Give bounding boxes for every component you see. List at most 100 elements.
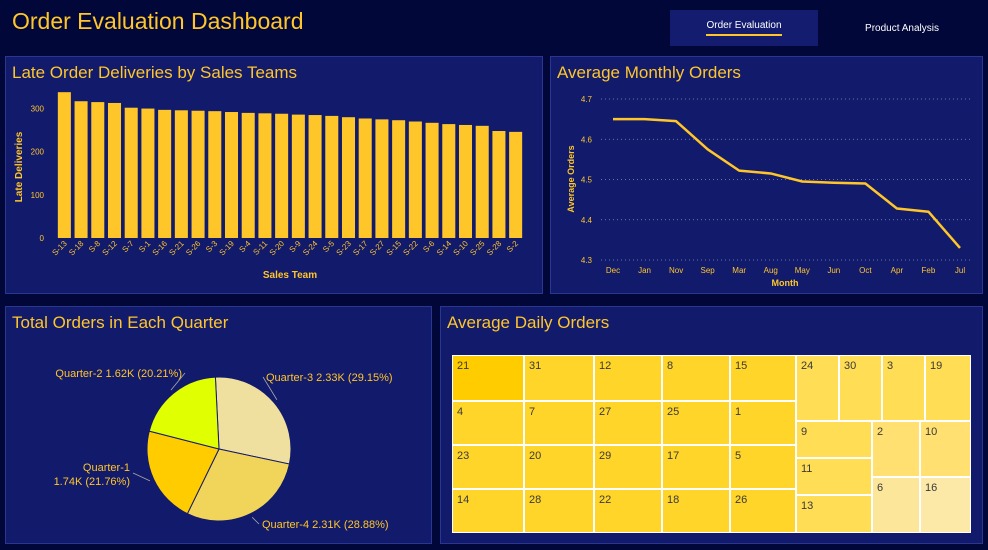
treemap-cell: 27 — [594, 401, 662, 445]
treemap-cell: 26 — [730, 489, 796, 533]
x-tick-label: S-21 — [167, 239, 186, 258]
nav-order-evaluation-label: Order Evaluation — [706, 20, 782, 36]
bar — [392, 120, 406, 238]
daily-orders-title: Average Daily Orders — [447, 313, 610, 332]
monthly-orders-line-chart: 4.3 4.4 4.5 4.6 4.7 Dec Jan Nov Sep Mar Aug May Jun O… — [566, 95, 971, 288]
x-tick-label: Mar — [732, 266, 746, 275]
treemap-cell: 7 — [524, 401, 594, 445]
bar — [141, 108, 155, 238]
treemap-cell: 18 — [662, 489, 730, 533]
x-tick-label: Apr — [891, 266, 904, 275]
treemap-cell: 8 — [662, 355, 730, 401]
bar — [358, 118, 372, 238]
x-tick-label: S-13 — [50, 239, 69, 258]
pie-label: Quarter-4 2.31K (28.88%) — [262, 519, 389, 531]
daily-orders-treemap: 21 4 23 14 31 7 20 28 12 27 29 22 8 25 17 18 15 1 5 26 24 30 3… — [452, 355, 971, 533]
bar — [341, 117, 356, 238]
treemap-cell: 25 — [662, 401, 730, 445]
bar — [291, 114, 305, 238]
bar — [107, 102, 122, 238]
treemap-cell: 12 — [594, 355, 662, 401]
x-tick-label: S-20 — [268, 239, 287, 258]
nav-product-analysis-label: Product Analysis — [865, 22, 939, 34]
x-axis-label: Sales Team — [263, 270, 317, 281]
treemap-cell: 17 — [662, 445, 730, 489]
treemap-cell: 14 — [452, 489, 524, 533]
pie-leader-line — [132, 472, 151, 482]
daily-orders-panel: Average Daily Orders 21 4 23 14 31 7 20 28 12 27 2… — [440, 306, 983, 544]
treemap-cell: 6 — [872, 477, 920, 533]
x-tick-label: Sep — [701, 266, 716, 275]
series-line — [613, 117, 961, 249]
x-tick-label: S-12 — [101, 239, 120, 258]
x-tick-label: Nov — [669, 266, 683, 275]
bar — [475, 125, 489, 238]
bar — [91, 102, 105, 238]
y-tick-label: 4.3 — [581, 256, 593, 265]
x-tick-label: Aug — [764, 266, 778, 275]
x-tick-label: S-15 — [385, 239, 404, 258]
bar — [458, 124, 473, 238]
y-tick-label: 4.6 — [581, 135, 593, 144]
x-tick-label: S-2 — [505, 239, 521, 255]
x-tick-label: S-27 — [368, 239, 387, 258]
x-tick-label: S-28 — [485, 239, 504, 258]
bar — [425, 122, 439, 238]
nav-order-evaluation-button[interactable]: Order Evaluation — [670, 10, 818, 46]
x-tick-label: S-7 — [120, 239, 136, 255]
treemap-cell: 11 — [796, 458, 872, 495]
treemap-cell: 21 — [452, 355, 524, 401]
treemap-cell: 23 — [452, 445, 524, 489]
nav-product-analysis-button[interactable]: Product Analysis — [828, 10, 976, 46]
x-tick-label: Feb — [922, 266, 936, 275]
treemap-cell: 31 — [524, 355, 594, 401]
pie-label: Quarter-1 — [83, 462, 130, 474]
y-tick-label: 100 — [31, 191, 45, 200]
x-tick-label: Dec — [606, 266, 620, 275]
x-tick-label: S-19 — [218, 239, 237, 258]
x-tick-label: S-17 — [351, 239, 370, 258]
x-axis-label: Month — [772, 278, 799, 288]
pie-label: Quarter-3 2.33K (29.15%) — [266, 372, 393, 384]
x-tick-label: May — [795, 266, 810, 275]
treemap-cell: 5 — [730, 445, 796, 489]
treemap-cell: 29 — [594, 445, 662, 489]
bar — [241, 112, 255, 238]
x-tick-label: S-10 — [452, 239, 471, 258]
treemap-cell: 30 — [839, 355, 882, 421]
bar — [208, 111, 222, 238]
x-tick-label: S-23 — [335, 239, 354, 258]
y-tick-label: 4.5 — [581, 176, 593, 185]
bar — [275, 113, 289, 238]
bar — [74, 101, 88, 238]
x-tick-label: S-26 — [184, 239, 203, 258]
dashboard-title: Order Evaluation Dashboard — [12, 8, 304, 34]
treemap-cell: 10 — [920, 421, 971, 477]
treemap-cell: 2 — [872, 421, 920, 477]
treemap-cell: 9 — [796, 421, 872, 458]
y-axis-label: Late Deliveries — [14, 131, 25, 202]
treemap-cell: 4 — [452, 401, 524, 445]
bar — [224, 112, 239, 238]
y-axis-label: Average Orders — [566, 145, 576, 212]
treemap-cell: 16 — [920, 477, 971, 533]
bar — [258, 113, 272, 238]
late-deliveries-panel: Late Order Deliveries by Sales Teams 0 10… — [5, 56, 543, 294]
x-tick-label: S-25 — [468, 239, 487, 258]
treemap-cell: 24 — [796, 355, 839, 421]
quarter-orders-pie-chart: Quarter-3 2.33K (29.15%) Quarter-4 2.31K … — [54, 368, 393, 531]
y-tick-label: 4.7 — [581, 95, 593, 104]
pie-label: 1.74K (21.76%) — [54, 476, 130, 488]
bar — [158, 109, 172, 238]
y-tick-label: 4.4 — [581, 216, 593, 225]
monthly-orders-panel: Average Monthly Orders 4.3 4.4 4.5 4.6 4.7 De… — [550, 56, 983, 294]
late-deliveries-bar-chart: 0100200300S-13S-18 S-8S-12 S-7 S-1S-16S-21S… — [14, 92, 523, 281]
bar — [57, 92, 71, 238]
treemap-cell: 3 — [882, 355, 925, 421]
bar — [124, 107, 138, 238]
x-tick-label: S-11 — [251, 239, 269, 257]
bar — [325, 115, 339, 238]
x-tick-label: Jun — [827, 266, 840, 275]
treemap-cell: 28 — [524, 489, 594, 533]
bar — [308, 115, 322, 238]
